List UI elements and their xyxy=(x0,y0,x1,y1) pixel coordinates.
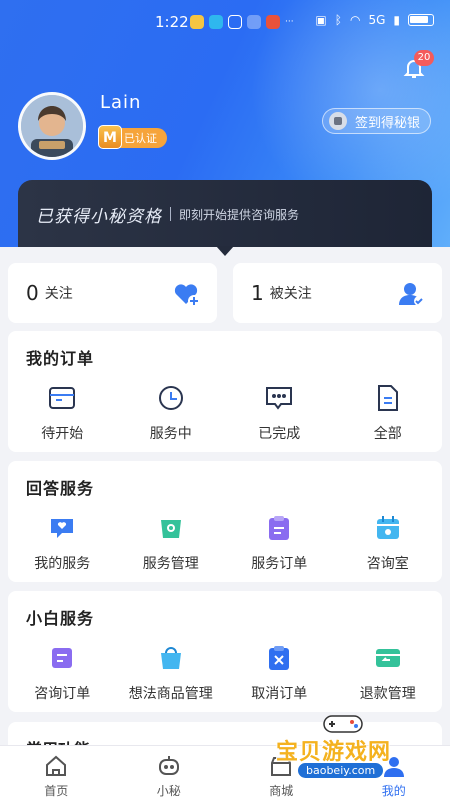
calendar-icon xyxy=(373,513,403,543)
list-icon xyxy=(47,643,77,673)
watermark: 宝贝游戏网 baobeiy.com xyxy=(276,715,448,784)
watermark-text: 宝贝游戏网 xyxy=(276,740,392,765)
tab-home-label: 首页 xyxy=(44,784,69,798)
consultation-room-label: 咨询室 xyxy=(366,556,409,572)
service-orders-label: 服务订单 xyxy=(251,556,308,572)
my-services-label: 我的服务 xyxy=(34,556,91,572)
qualification-banner[interactable]: 已获得小秘资格 即刻开始提供咨询服务 xyxy=(18,180,432,248)
tab-xiaomi[interactable]: 小秘 xyxy=(113,746,226,800)
cancel-orders-label: 取消订单 xyxy=(251,686,308,702)
service-management[interactable]: 服务管理 xyxy=(117,513,226,573)
refund-management-label: 退款管理 xyxy=(359,686,416,702)
coin-icon xyxy=(329,112,347,130)
order-all[interactable]: 全部 xyxy=(334,383,443,443)
refund-management[interactable]: 退款管理 xyxy=(334,643,443,703)
order-in-service[interactable]: 服务中 xyxy=(117,383,226,443)
app-notification-icon xyxy=(190,15,204,29)
clipboard-icon xyxy=(264,513,294,543)
status-bar: 1:22 ··· ▣ ᛒ ◠ 5G ▮ xyxy=(0,0,450,44)
tab-home[interactable]: 首页 xyxy=(0,746,113,800)
service-management-label: 服务管理 xyxy=(142,556,199,572)
bluetooth-icon: ᛒ xyxy=(334,13,342,27)
username: Lain xyxy=(100,92,142,113)
cancel-orders[interactable]: 取消订单 xyxy=(225,643,334,703)
news-notification-icon xyxy=(266,15,280,29)
signin-label: 签到得秘银 xyxy=(355,115,421,131)
nfc-icon: ▣ xyxy=(315,13,327,27)
banner-pointer xyxy=(216,246,234,256)
card-icon xyxy=(47,383,77,413)
followers-count: 1 xyxy=(251,281,264,305)
user-check-icon xyxy=(399,283,424,306)
signal-label: 5G xyxy=(368,13,386,27)
order-in-service-label: 服务中 xyxy=(149,426,192,442)
answer-service-grid: 我的服务 服务管理 服务订单 咨询室 xyxy=(8,513,442,573)
idea-product-management[interactable]: 想法商品管理 xyxy=(117,643,226,703)
tab-mine-label: 我的 xyxy=(381,784,406,798)
answer-service-card: 回答服务 我的服务 服务管理 服务订单 咨询室 xyxy=(8,461,442,582)
answer-service-title: 回答服务 xyxy=(26,479,95,498)
watermark-url: baobeiy.com xyxy=(298,763,384,778)
gear-icon xyxy=(156,513,186,543)
gamepad-icon xyxy=(323,715,363,733)
message-notification-icon xyxy=(209,15,223,29)
following-label: 关注 xyxy=(44,286,73,302)
service-orders[interactable]: 服务订单 xyxy=(225,513,334,573)
verified-badge: M 已认证 xyxy=(98,125,167,149)
idea-product-management-label: 想法商品管理 xyxy=(128,686,213,702)
following-count: 0 xyxy=(26,281,39,305)
consult-orders[interactable]: 咨询订单 xyxy=(8,643,117,703)
heart-plus-icon xyxy=(174,284,200,307)
member-m-icon: M xyxy=(98,125,122,149)
status-right: ▣ ᛒ ◠ 5G ▮ xyxy=(315,13,434,27)
orders-grid: 待开始 服务中 已完成 全部 xyxy=(8,383,442,443)
chat-bubble-icon xyxy=(264,383,294,413)
order-pending[interactable]: 待开始 xyxy=(8,383,117,443)
following-card[interactable]: 0 关注 xyxy=(8,263,217,323)
cancel-clipboard-icon xyxy=(264,643,294,673)
order-completed-label: 已完成 xyxy=(258,426,301,442)
notification-badge: 20 xyxy=(414,50,434,66)
tab-xiaomi-label: 小秘 xyxy=(156,784,181,798)
orders-title: 我的订单 xyxy=(26,349,95,368)
status-more: ··· xyxy=(285,17,294,27)
clock-icon xyxy=(156,383,186,413)
followers-label: 被关注 xyxy=(269,286,312,302)
consultation-room[interactable]: 咨询室 xyxy=(334,513,443,573)
robot-icon xyxy=(158,756,179,775)
newbie-service-card: 小白服务 咨询订单 想法商品管理 取消订单 退款管理 xyxy=(8,591,442,712)
heart-chat-icon xyxy=(47,513,77,543)
wifi-icon: ◠ xyxy=(349,13,361,27)
status-time: 1:22 xyxy=(155,13,189,31)
avatar-image xyxy=(21,95,83,157)
tab-store-label: 商城 xyxy=(269,784,294,798)
orders-card: 我的订单 待开始 服务中 已完成 全部 xyxy=(8,331,442,452)
battery-icon xyxy=(408,14,434,26)
banner-divider xyxy=(170,207,171,221)
newbie-service-title: 小白服务 xyxy=(26,609,95,628)
verified-label: 已认证 xyxy=(124,132,157,145)
avatar[interactable] xyxy=(18,92,86,160)
banner-title: 已获得小秘资格 xyxy=(36,206,162,227)
alipay-notification-icon xyxy=(228,15,242,29)
order-completed[interactable]: 已完成 xyxy=(225,383,334,443)
banner-subtitle: 即刻开始提供咨询服务 xyxy=(179,207,300,222)
shopping-bag-icon xyxy=(156,643,186,673)
document-icon xyxy=(373,383,403,413)
order-pending-label: 待开始 xyxy=(41,426,84,442)
order-all-label: 全部 xyxy=(373,426,402,442)
consult-orders-label: 咨询订单 xyxy=(34,686,91,702)
my-services[interactable]: 我的服务 xyxy=(8,513,117,573)
followers-card[interactable]: 1 被关注 xyxy=(233,263,442,323)
home-icon xyxy=(46,755,67,776)
status-app-icons: ··· xyxy=(190,15,294,29)
signin-button[interactable]: 签到得秘银 xyxy=(322,108,432,134)
browser-notification-icon xyxy=(247,15,261,29)
refund-wallet-icon xyxy=(373,643,403,673)
newbie-service-grid: 咨询订单 想法商品管理 取消订单 退款管理 xyxy=(8,643,442,703)
signal-bars-icon: ▮ xyxy=(393,13,400,27)
